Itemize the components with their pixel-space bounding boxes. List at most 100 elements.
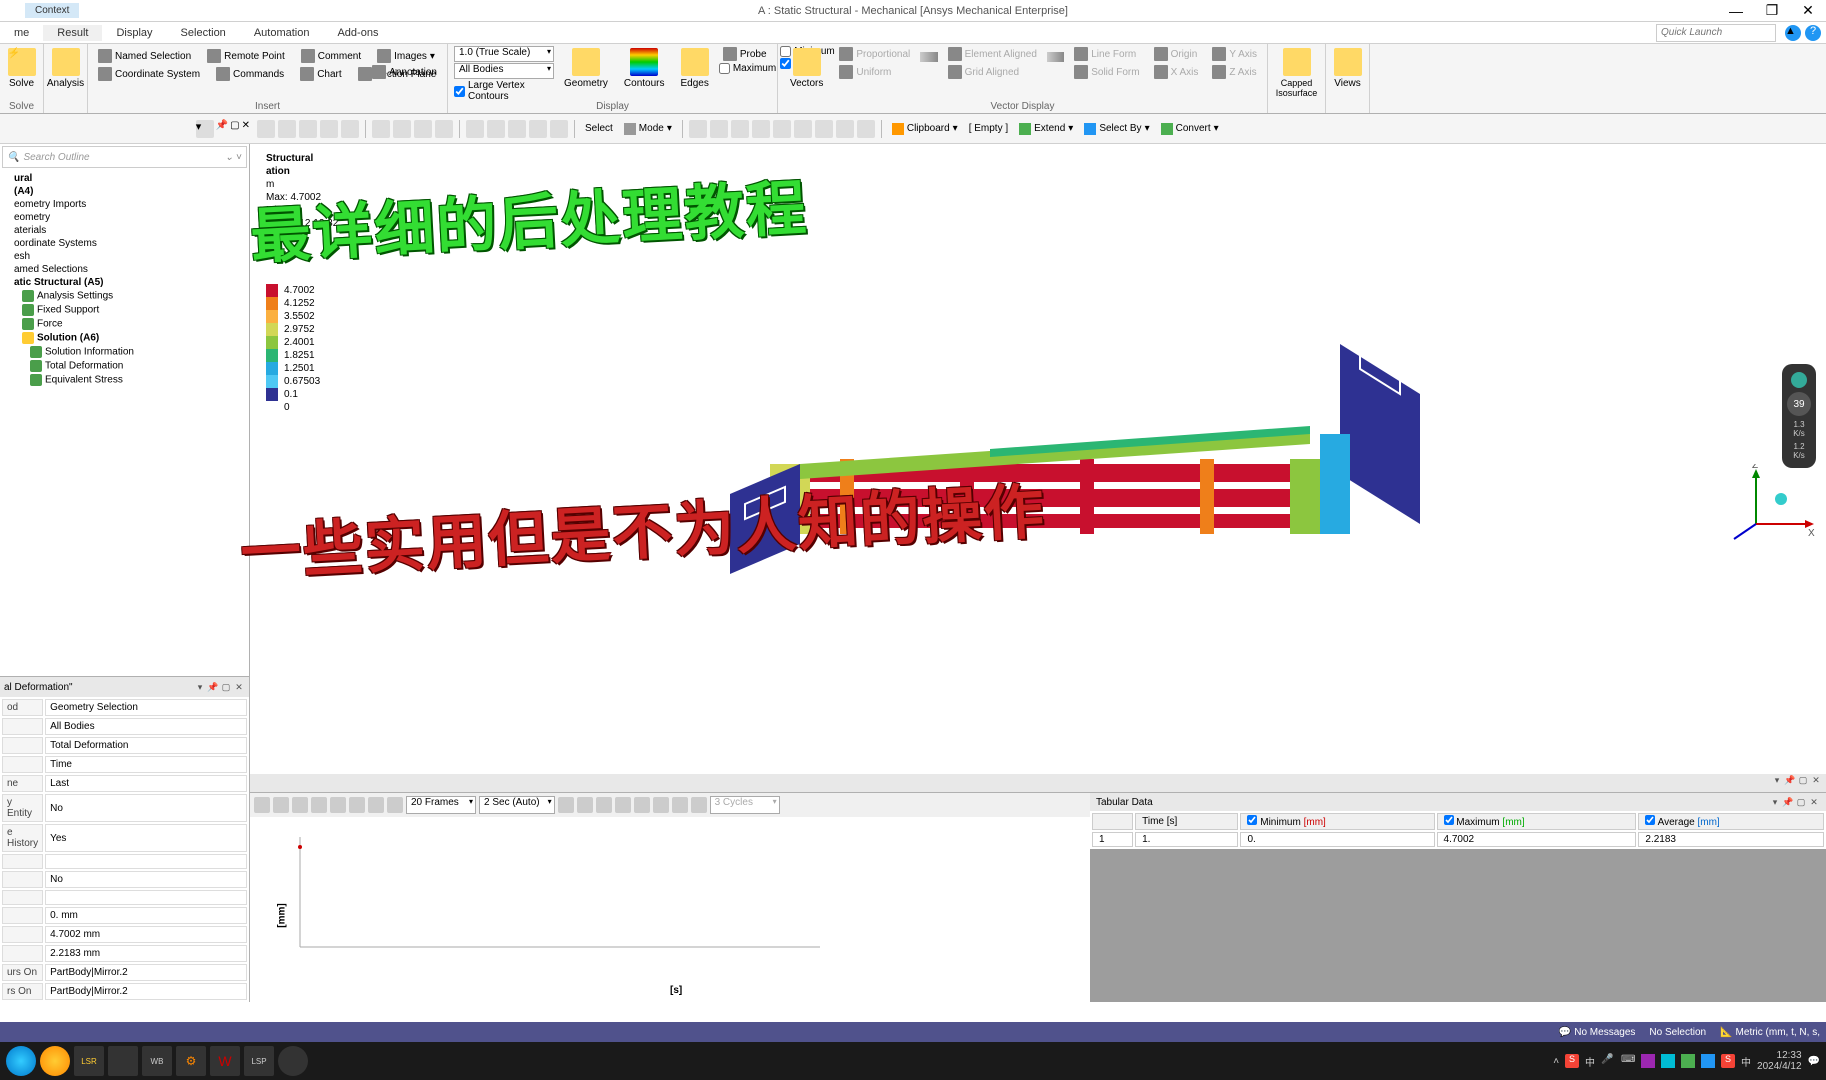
prev-icon[interactable] — [292, 797, 308, 813]
pan-icon[interactable] — [299, 120, 317, 138]
grid-aligned-button[interactable]: Grid Aligned — [944, 64, 1041, 80]
outline-tree[interactable]: ural(A4)eometry Importseometryaterialsoo… — [0, 170, 249, 676]
tool-icon[interactable] — [710, 120, 728, 138]
column-header[interactable]: Maximum [mm] — [1437, 813, 1637, 830]
tree-item[interactable]: atic Structural (A5) — [0, 276, 249, 289]
play-icon[interactable] — [254, 797, 270, 813]
help-icon[interactable]: ? — [1805, 25, 1821, 41]
tool-icon[interactable] — [577, 797, 593, 813]
tool-icon[interactable] — [691, 797, 707, 813]
status-units[interactable]: 📐 Metric (mm, t, N, s, — [1720, 1027, 1820, 1038]
sogou-icon[interactable]: S — [1565, 1054, 1579, 1068]
convert-dropdown[interactable]: Convert▾ — [1157, 123, 1223, 135]
tool-icon[interactable] — [752, 120, 770, 138]
frames-dropdown[interactable]: 20 Frames — [406, 796, 476, 814]
next-icon[interactable] — [330, 797, 346, 813]
solve-button[interactable]: ⚡ Solve — [6, 46, 37, 91]
triad[interactable]: Z X — [1726, 464, 1816, 557]
commands-button[interactable]: Commands — [212, 66, 288, 82]
x-axis-button[interactable]: X Axis — [1150, 64, 1203, 80]
tool-icon[interactable] — [466, 120, 484, 138]
tool-icon[interactable] — [529, 120, 547, 138]
maximum-check[interactable]: Maximum — [719, 63, 776, 74]
anim-icon[interactable] — [368, 797, 384, 813]
minimize-button[interactable]: — — [1718, 0, 1754, 22]
tool-icon[interactable] — [487, 120, 505, 138]
tray-expand-icon[interactable]: ˄ — [1553, 1056, 1559, 1067]
tray-icon[interactable] — [1641, 1054, 1655, 1068]
tool-icon[interactable] — [550, 120, 568, 138]
tray-icon[interactable]: ⌨ — [1621, 1054, 1635, 1068]
table-cell[interactable]: 1. — [1135, 832, 1238, 847]
y-axis-button[interactable]: Y Axis — [1208, 46, 1261, 62]
cycles-dropdown[interactable]: 3 Cycles — [710, 796, 780, 814]
details-row[interactable]: 0. mm — [2, 907, 247, 924]
mode-dropdown[interactable]: Mode▾ — [620, 123, 676, 135]
bodies-dropdown[interactable]: All Bodies — [454, 63, 554, 79]
lsp-icon[interactable]: LSP — [244, 1046, 274, 1076]
tool-icon[interactable] — [857, 120, 875, 138]
anim-icon[interactable] — [387, 797, 403, 813]
slider-1[interactable] — [920, 52, 937, 62]
stop-icon[interactable] — [273, 797, 289, 813]
select-by-dropdown[interactable]: Select By▾ — [1080, 123, 1153, 135]
tree-item[interactable]: eometry Imports — [0, 198, 249, 211]
notifications-icon[interactable]: 💬 — [1808, 1056, 1820, 1067]
table-cell[interactable]: 4.7002 — [1437, 832, 1637, 847]
graph-canvas[interactable]: [mm] [s] — [250, 817, 1090, 1002]
column-header[interactable]: Average [mm] — [1638, 813, 1824, 830]
tab-home[interactable]: me — [0, 25, 43, 41]
zoom-fit-icon[interactable] — [257, 120, 275, 138]
tool-icon[interactable] — [672, 797, 688, 813]
box-zoom-icon[interactable] — [341, 120, 359, 138]
tree-item[interactable]: Equivalent Stress — [0, 373, 249, 387]
empty-dropdown[interactable]: [ Empty ] — [965, 123, 1012, 134]
app-icon[interactable]: W — [210, 1046, 240, 1076]
rotate-icon[interactable] — [320, 120, 338, 138]
origin-button[interactable]: Origin — [1150, 46, 1203, 62]
quick-launch-input[interactable] — [1656, 24, 1776, 42]
tray-icon[interactable]: 🎤 — [1601, 1054, 1615, 1068]
images-button[interactable]: Images▾ — [373, 48, 439, 64]
tree-item[interactable]: Total Deformation — [0, 359, 249, 373]
tree-item[interactable]: eometry — [0, 211, 249, 224]
chart-button[interactable]: Chart — [296, 66, 345, 82]
details-row[interactable]: neLast — [2, 775, 247, 792]
tab-result[interactable]: Result — [43, 25, 102, 41]
tool-icon[interactable] — [393, 120, 411, 138]
zoom-icon[interactable] — [278, 120, 296, 138]
wb-icon[interactable]: WB — [142, 1046, 172, 1076]
line-form-button[interactable]: Line Form — [1070, 46, 1143, 62]
tree-item[interactable]: ural — [0, 172, 249, 185]
details-row[interactable]: e HistoryYes — [2, 824, 247, 852]
tree-item[interactable]: Analysis Settings — [0, 289, 249, 303]
tabular-data-table[interactable]: Time [s] Minimum [mm] Maximum [mm] Avera… — [1090, 811, 1826, 849]
tool-icon[interactable] — [836, 120, 854, 138]
coord-system-button[interactable]: Coordinate System — [94, 66, 204, 82]
remote-point-button[interactable]: Remote Point — [203, 48, 289, 64]
tree-item[interactable]: Solution (A6) — [0, 331, 249, 345]
edge-icon[interactable] — [6, 1046, 36, 1076]
details-row[interactable]: urs OnPartBody|Mirror.2 — [2, 964, 247, 981]
terminal-icon[interactable] — [108, 1046, 138, 1076]
ime-indicator[interactable]: 中 — [1741, 1054, 1751, 1069]
contours-button[interactable]: Contours — [618, 46, 671, 102]
annotation-button[interactable]: Annotation — [368, 64, 441, 80]
ime-indicator[interactable]: 中 — [1585, 1054, 1595, 1069]
tab-selection[interactable]: Selection — [167, 25, 240, 41]
close-button[interactable]: ✕ — [1790, 0, 1826, 22]
named-selection-button[interactable]: Named Selection — [94, 48, 195, 64]
select-button[interactable]: Select — [581, 123, 617, 134]
details-row[interactable]: Time — [2, 756, 247, 773]
tree-item[interactable]: esh — [0, 250, 249, 263]
uniform-button[interactable]: Uniform — [835, 64, 914, 80]
sec-dropdown[interactable]: 2 Sec (Auto) — [479, 796, 555, 814]
tool-icon[interactable] — [653, 797, 669, 813]
vertex-contours-check[interactable]: Large Vertex Contours — [454, 80, 554, 102]
tool-icon[interactable] — [596, 797, 612, 813]
tray-icon[interactable] — [1701, 1054, 1715, 1068]
context-tab[interactable]: Context — [25, 3, 79, 18]
search-outline-input[interactable]: 🔍Search Outline ⌄ ˅ — [2, 146, 247, 168]
details-row[interactable]: odGeometry Selection — [2, 699, 247, 716]
tool-icon[interactable] — [508, 120, 526, 138]
